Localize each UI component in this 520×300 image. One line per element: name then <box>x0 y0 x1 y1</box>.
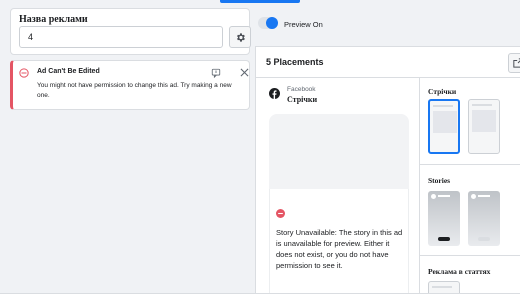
placements-list: Стрічки Stories Реклама в статтях <box>419 78 520 300</box>
error-title: Ad Can't Be Edited <box>37 68 100 75</box>
placement-preview: Facebook Стрічки Story Unavailable: The … <box>256 78 419 300</box>
gear-icon <box>236 32 245 42</box>
preview-toggle-knob <box>266 17 278 29</box>
placement-name: Стрічки <box>287 95 318 104</box>
platform-name: Facebook <box>287 86 316 93</box>
error-message: You might not have permission to change … <box>37 82 232 99</box>
ad-name-input[interactable]: 4 <box>19 26 223 48</box>
facebook-icon <box>269 88 280 99</box>
preview-toggle[interactable] <box>258 17 278 29</box>
ad-name-section: Назва реклами 4 <box>10 8 251 55</box>
section-divider <box>420 164 520 165</box>
section-divider <box>420 255 520 256</box>
share-preview-button[interactable] <box>508 53 520 73</box>
section-articles-label: Реклама в статтях <box>428 267 491 276</box>
preview-panel: 5 Placements Facebook Стрічки Story Unav… <box>255 46 520 300</box>
ad-name-settings-button[interactable] <box>229 26 251 48</box>
story-error-area: Story Unavailable: The story in this ad … <box>269 189 409 300</box>
error-icon <box>276 209 285 218</box>
section-feeds-label: Стрічки <box>428 87 457 96</box>
ad-name-label: Назва реклами <box>19 14 88 25</box>
story-unavailable-message: Story Unavailable: The story in this ad … <box>276 228 403 270</box>
feedback-icon[interactable] <box>211 68 221 78</box>
placement-thumb-feeds-2[interactable] <box>468 99 500 154</box>
section-stories-label: Stories <box>428 176 451 185</box>
error-banner: Ad Can't Be Edited You might not have pe… <box>10 60 250 110</box>
bottom-bar <box>0 293 520 300</box>
active-tab-indicator <box>220 0 300 3</box>
placements-title: 5 Placements <box>266 57 324 67</box>
placement-thumb-feeds-1[interactable] <box>428 99 460 154</box>
error-icon <box>19 68 29 78</box>
close-icon[interactable] <box>240 68 249 77</box>
story-preview: Story Unavailable: The story in this ad … <box>269 114 409 300</box>
preview-toggle-label: Preview On <box>284 20 323 29</box>
export-icon <box>513 58 520 68</box>
placement-thumb-stories-1[interactable] <box>428 191 460 246</box>
placement-thumb-stories-2[interactable] <box>468 191 500 246</box>
